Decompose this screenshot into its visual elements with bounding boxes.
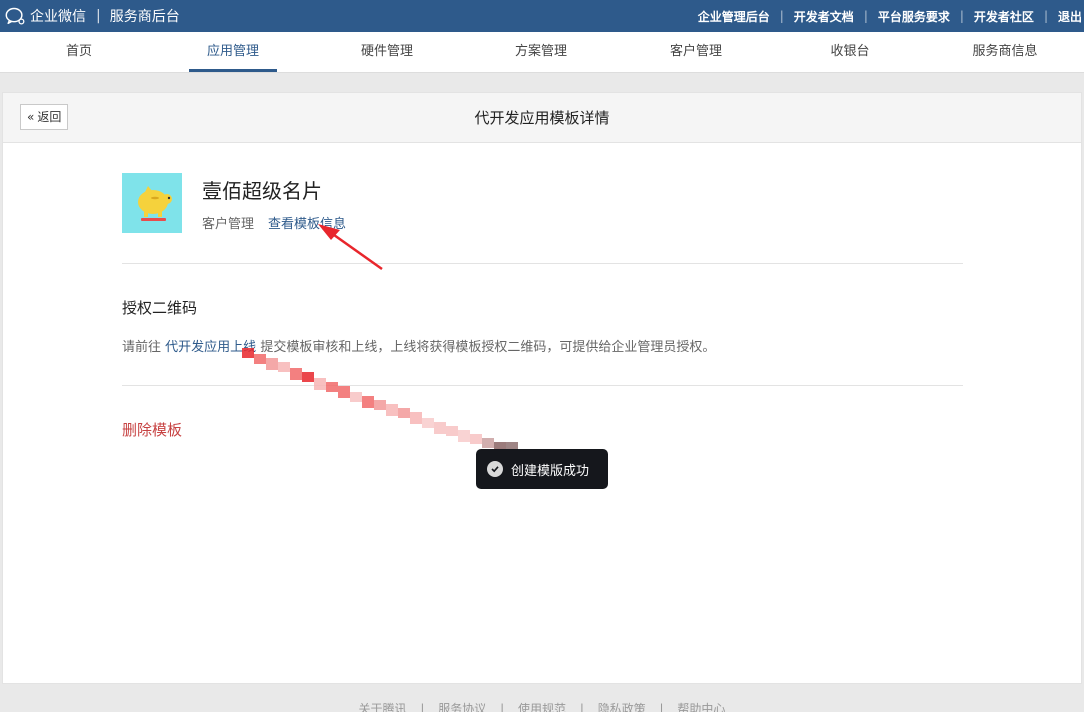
toplink-separator: |	[779, 9, 784, 23]
nav-item-provider-info[interactable]: 服务商信息	[958, 32, 1052, 72]
brand[interactable]: 企业微信 | 服务商后台	[4, 0, 180, 32]
footer-link-help[interactable]: 帮助中心	[677, 702, 725, 712]
toast-text: 创建模版成功	[511, 463, 590, 479]
divider	[122, 385, 963, 386]
brand-subtitle: 服务商后台	[109, 9, 180, 25]
footer-link-about[interactable]: 关于腾讯	[359, 702, 407, 712]
footer-link-privacy[interactable]: 隐私政策	[598, 702, 646, 712]
toplink-separator: |	[863, 9, 868, 23]
auth-qrcode-title: 授权二维码	[122, 299, 198, 317]
toplink-separator: |	[1043, 9, 1048, 23]
nav-item-home[interactable]: 首页	[40, 32, 118, 72]
delete-template-link[interactable]: 删除模板	[122, 419, 182, 440]
divider	[122, 263, 963, 264]
auth-qrcode-description: 请前往 代开发应用上线 提交模板审核和上线，上线将获得模板授权二维码，可提供给企…	[122, 336, 715, 355]
toplink-platform-requirements[interactable]: 平台服务要求	[878, 8, 950, 25]
nav-item-checkout[interactable]: 收银台	[813, 32, 887, 72]
footer-separator: |	[420, 702, 425, 712]
detail-card: « 返回 代开发应用模板详情 壹佰超级名片 客户管理 查看模板信息 授权二维码 …	[2, 92, 1082, 684]
nav-item-solution-management[interactable]: 方案管理	[497, 32, 585, 72]
footer-separator: |	[579, 702, 584, 712]
footer-separator: |	[659, 702, 664, 712]
check-circle-icon	[487, 461, 503, 477]
footer-separator: |	[500, 702, 505, 712]
footer-link-terms[interactable]: 服务协议	[438, 702, 486, 712]
desc-suffix: 提交模板审核和上线，上线将获得模板授权二维码，可提供给企业管理员授权。	[260, 340, 716, 355]
top-bar: 企业微信 | 服务商后台 企业管理后台 | 开发者文档 | 平台服务要求 | 开…	[0, 0, 1084, 32]
toplink-logout[interactable]: 退出	[1058, 8, 1082, 25]
main-nav: 首页 应用管理 硬件管理 方案管理 客户管理 收银台 服务商信息	[0, 32, 1084, 73]
nav-item-app-management[interactable]: 应用管理	[189, 32, 277, 72]
brand-separator: |	[96, 8, 101, 24]
toplink-separator: |	[959, 9, 964, 23]
success-toast: 创建模版成功	[476, 449, 608, 489]
footer: 关于腾讯 | 服务协议 | 使用规范 | 隐私政策 | 帮助中心	[0, 700, 1084, 712]
footer-link-usage-rules[interactable]: 使用规范	[518, 702, 566, 712]
nav-item-customer-management[interactable]: 客户管理	[652, 32, 740, 72]
page-title: 代开发应用模板详情	[474, 109, 610, 127]
app-name: 壹佰超级名片	[202, 179, 322, 203]
top-links: 企业管理后台 | 开发者文档 | 平台服务要求 | 开发者社区 | 退出	[698, 0, 1082, 32]
piggy-bank-icon	[138, 186, 172, 221]
toplink-admin[interactable]: 企业管理后台	[698, 8, 770, 25]
desc-prefix: 请前往	[122, 340, 162, 355]
app-icon	[122, 173, 182, 233]
nav-item-hardware-management[interactable]: 硬件管理	[343, 32, 431, 72]
card-header: « 返回 代开发应用模板详情	[3, 93, 1081, 143]
brand-name: 企业微信	[30, 9, 86, 25]
toplink-dev-docs[interactable]: 开发者文档	[794, 8, 854, 25]
toplink-dev-community[interactable]: 开发者社区	[974, 8, 1034, 25]
app-category: 客户管理	[202, 217, 255, 232]
launch-app-link[interactable]: 代开发应用上线	[165, 340, 256, 355]
view-template-info-link[interactable]: 查看模板信息	[268, 213, 346, 232]
wecom-logo-icon	[5, 7, 25, 25]
